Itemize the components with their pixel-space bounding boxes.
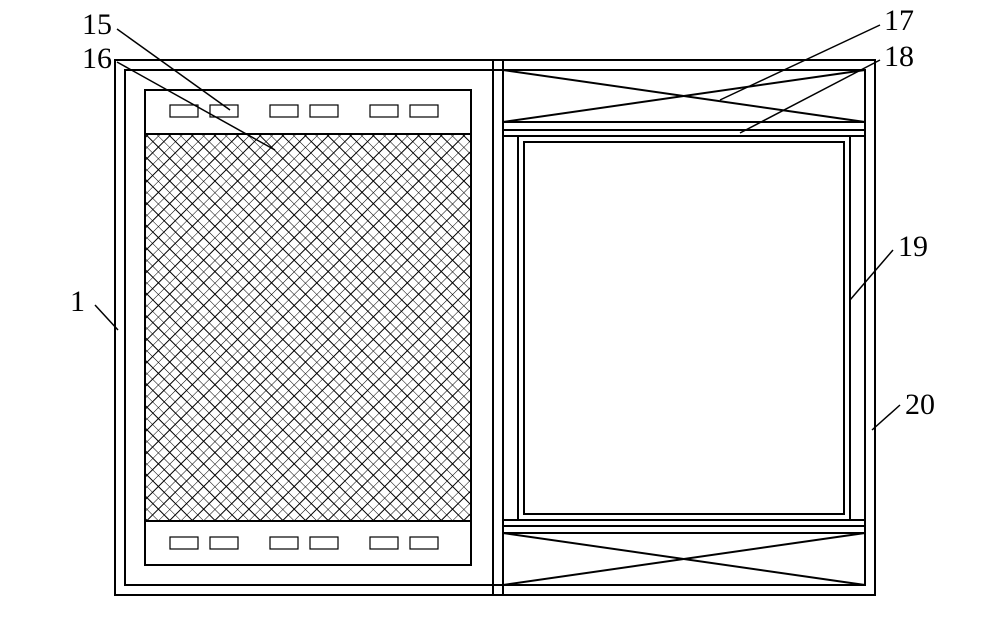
right-window-frame-inner <box>524 142 844 514</box>
left-bottom-slots <box>170 537 438 549</box>
left-bottom-band <box>145 521 471 565</box>
left-top-band <box>145 90 471 134</box>
label-16: 16 <box>82 42 112 76</box>
label-18: 18 <box>884 40 914 74</box>
right-window-frame-outer <box>518 136 850 520</box>
diagram-svg <box>0 0 1000 625</box>
label-17: 17 <box>884 4 914 38</box>
label-15: 15 <box>82 8 112 42</box>
label-20: 20 <box>905 388 935 422</box>
left-mesh-area <box>145 134 471 521</box>
label-19: 19 <box>898 230 928 264</box>
left-top-slots <box>170 105 438 117</box>
diagram-canvas: 15 16 1 17 18 19 20 <box>0 0 1000 625</box>
label-1: 1 <box>70 285 85 319</box>
